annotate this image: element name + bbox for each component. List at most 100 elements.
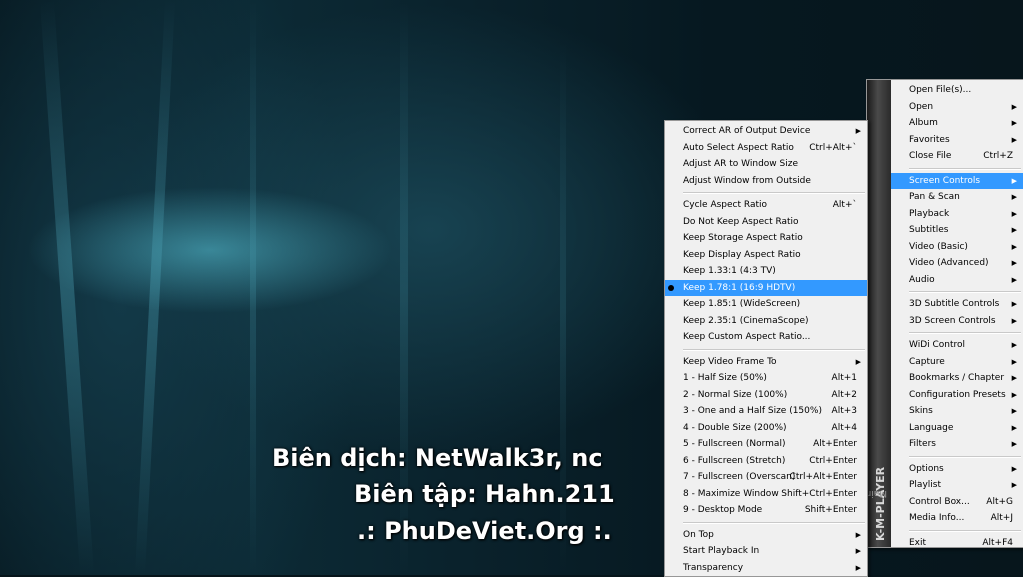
screen-menu-item-keep-display-aspect-ratio[interactable]: Keep Display Aspect Ratio: [665, 247, 867, 264]
main-menu-item-capture[interactable]: Capture ▶: [891, 354, 1023, 371]
main-menu-item-subtitles[interactable]: Subtitles ▶: [891, 222, 1023, 239]
screen-menu-item-auto-select-aspect-ratio[interactable]: Auto Select Aspect Ratio Ctrl+Alt+`: [665, 140, 867, 157]
main-menu-item-close-file[interactable]: Close File Ctrl+Z: [891, 148, 1023, 165]
submenu-arrow-icon: ▶: [855, 127, 861, 135]
main-menu-item-video-basic[interactable]: Video (Basic) ▶: [891, 239, 1023, 256]
submenu-arrow-icon: ▶: [1011, 176, 1017, 185]
kmplayer-sidebar: K-M-PLAYERMain Control: [830, 80, 891, 547]
main-menu-item-exit[interactable]: Exit Alt+F4: [891, 535, 1023, 552]
screen-controls-submenu: Correct AR of Output Device ▶ Auto Select …: [664, 120, 868, 577]
screen-menu-item-3-one-and-a-half-size-150[interactable]: 3 - One and a Half Size (150%) Alt+3: [665, 403, 867, 420]
screen-menu-item-1-half-size-50[interactable]: 1 - Half Size (50%) Alt+1: [665, 370, 867, 387]
menu-separator: [909, 291, 1021, 293]
menu-item-label: Adjust AR to Window Size: [683, 159, 798, 169]
screen-menu-item-4-double-size-200[interactable]: 4 - Double Size (200%) Alt+4: [665, 420, 867, 437]
main-menu-item-video-advanced[interactable]: Video (Advanced) ▶: [891, 255, 1023, 272]
main-menu-item-language[interactable]: Language ▶: [891, 420, 1023, 437]
menu-item-shortcut: Shift+Enter: [804, 505, 857, 515]
screen-menu-item-keep-2-35-1-cinemascope[interactable]: Keep 2.35:1 (CinemaScope): [665, 313, 867, 330]
main-menu-item-pan-scan[interactable]: Pan & Scan ▶: [891, 189, 1023, 206]
screen-menu-item-cycle-aspect-ratio[interactable]: Cycle Aspect Ratio Alt+`: [665, 197, 867, 214]
screen-menu-item-9-desktop-mode[interactable]: 9 - Desktop Mode Shift+Enter: [665, 502, 867, 519]
menu-item-label: Album: [909, 118, 938, 128]
screen-menu-item-on-top[interactable]: On Top ▶: [665, 527, 867, 544]
submenu-arrow-icon: ▶: [1011, 423, 1017, 432]
menu-item-label: Options: [909, 463, 944, 474]
menu-item-label: Playback: [909, 208, 950, 219]
main-menu-item-bookmarks-chapter[interactable]: Bookmarks / Chapter ▶: [891, 370, 1023, 387]
menu-item-label: Video (Advanced): [909, 258, 989, 268]
main-menu-item-configuration-presets[interactable]: Configuration Presets ▶: [891, 387, 1023, 404]
submenu-arrow-icon: ▶: [1011, 259, 1017, 267]
submenu-arrow-icon: ▶: [1011, 102, 1017, 111]
menu-item-label: 6 - Fullscreen (Stretch): [683, 455, 786, 466]
menu-item-label: On Top: [683, 529, 714, 540]
submenu-arrow-icon: ▶: [1011, 481, 1017, 489]
menu-item-shortcut: Alt+2: [831, 389, 857, 400]
menu-item-label: Keep Display Aspect Ratio: [683, 249, 801, 260]
submenu-arrow-icon: ▶: [1011, 242, 1017, 251]
screen-menu-item-5-fullscreen-normal[interactable]: 5 - Fullscreen (Normal) Alt+Enter: [665, 436, 867, 453]
main-menu-item-favorites[interactable]: Favorites ▶: [891, 132, 1023, 149]
menu-item-label: Keep Custom Aspect Ratio...: [683, 332, 811, 342]
screen-menu-item-keep-1-85-1-widescreen[interactable]: Keep 1.85:1 (WideScreen): [665, 296, 867, 313]
submenu-arrow-icon: ▶: [855, 547, 861, 555]
screen-menu-item-7-fullscreen-overscan[interactable]: 7 - Fullscreen (Overscan) Ctrl+Alt+Enter: [665, 469, 867, 486]
menu-item-label: 2 - Normal Size (100%): [683, 389, 788, 400]
submenu-arrow-icon: ▶: [1011, 374, 1017, 382]
screen-menu-item-adjust-ar-to-window-size[interactable]: Adjust AR to Window Size: [665, 156, 867, 173]
main-menu-item-screen-controls[interactable]: Screen Controls ▶: [891, 172, 1023, 189]
menu-item-shortcut: Alt+4: [831, 422, 857, 433]
menu-item-shortcut: Shift+Ctrl+Enter: [781, 488, 857, 499]
menu-item-label: Cycle Aspect Ratio: [683, 200, 767, 210]
screen-menu-item-adjust-window-from-outside[interactable]: Adjust Window from Outside: [665, 173, 867, 190]
screen-menu-item-8-maximize-window[interactable]: 8 - Maximize Window Shift+Ctrl+Enter: [665, 486, 867, 503]
main-menu-item-skins[interactable]: Skins ▶: [891, 403, 1023, 420]
screen-menu-item-keep-storage-aspect-ratio[interactable]: Keep Storage Aspect Ratio: [665, 230, 867, 247]
main-menu-item-playback[interactable]: Playback ▶: [891, 206, 1023, 223]
screen-menu-item-6-fullscreen-stretch[interactable]: 6 - Fullscreen (Stretch) Ctrl+Enter: [665, 453, 867, 470]
main-menu-item-open[interactable]: Open ▶: [891, 99, 1023, 116]
main-menu-item-playlist[interactable]: Playlist ▶: [891, 477, 1023, 494]
menu-item-label: Skins: [909, 406, 933, 416]
menu-item-label: Media Info...: [909, 513, 965, 523]
main-menu-item-audio[interactable]: Audio ▶: [891, 272, 1023, 289]
main-menu-item-media-info[interactable]: Media Info... Alt+J: [891, 510, 1023, 527]
menu-separator: [909, 455, 1021, 458]
screen-menu-item-start-playback-in[interactable]: Start Playback In ▶: [665, 543, 867, 560]
main-menu-item-widi-control[interactable]: WiDi Control ▶: [891, 337, 1023, 354]
menu-item-label: Keep Video Frame To: [683, 356, 777, 367]
screen-menu-item-2-normal-size-100[interactable]: 2 - Normal Size (100%) Alt+2: [665, 387, 867, 404]
submenu-arrow-icon: ▶: [1011, 316, 1017, 325]
submenu-arrow-icon: ▶: [1011, 464, 1017, 473]
menu-item-label: Language: [909, 422, 954, 433]
submenu-arrow-icon: ▶: [1011, 119, 1017, 127]
menu-separator: [683, 521, 865, 524]
submenu-arrow-icon: ▶: [1011, 357, 1017, 366]
menu-item-label: 7 - Fullscreen (Overscan): [683, 472, 796, 482]
main-menu-item-open-file-s[interactable]: Open File(s)...: [891, 82, 1023, 99]
menu-item-label: 1 - Half Size (50%): [683, 373, 767, 383]
screen-menu-item-correct-ar-of-output-device[interactable]: Correct AR of Output Device ▶: [665, 123, 867, 140]
screen-menu-item-keep-1-78-1-16-9-hdtv[interactable]: Keep 1.78:1 (16:9 HDTV): [665, 279, 867, 296]
screen-menu-item-do-not-keep-aspect-ratio[interactable]: Do Not Keep Aspect Ratio: [665, 214, 867, 231]
menu-item-label: 4 - Double Size (200%): [683, 422, 787, 433]
main-menu-item-3d-screen-controls[interactable]: 3D Screen Controls ▶: [891, 313, 1023, 330]
menu-item-label: Video (Basic): [909, 241, 968, 252]
main-menu-item-control-box[interactable]: Control Box... Alt+G: [891, 494, 1023, 511]
main-menu-item-options[interactable]: Options ▶: [891, 461, 1023, 478]
screen-menu-item-transparency[interactable]: Transparency ▶: [665, 560, 867, 577]
menu-item-shortcut: Ctrl+Alt+`: [809, 142, 857, 153]
submenu-arrow-icon: ▶: [1011, 390, 1017, 399]
menu-item-shortcut: Alt+Enter: [813, 439, 857, 449]
main-menu-item-3d-subtitle-controls[interactable]: 3D Subtitle Controls ▶: [891, 296, 1023, 313]
main-menu-item-filters[interactable]: Filters ▶: [891, 436, 1023, 453]
screen-menu-item-keep-custom-aspect-ratio[interactable]: Keep Custom Aspect Ratio...: [665, 329, 867, 346]
menu-item-label: Screen Controls: [909, 175, 981, 186]
submenu-arrow-icon: ▶: [1011, 275, 1017, 284]
screen-menu-item-keep-video-frame-to[interactable]: Keep Video Frame To ▶: [665, 354, 867, 371]
screen-menu-item-keep-1-33-1-4-3-tv[interactable]: Keep 1.33:1 (4:3 TV): [665, 263, 867, 280]
menu-item-label: 8 - Maximize Window: [683, 488, 779, 499]
main-menu-item-album[interactable]: Album ▶: [891, 115, 1023, 132]
menu-item-label: Capture: [909, 356, 945, 367]
